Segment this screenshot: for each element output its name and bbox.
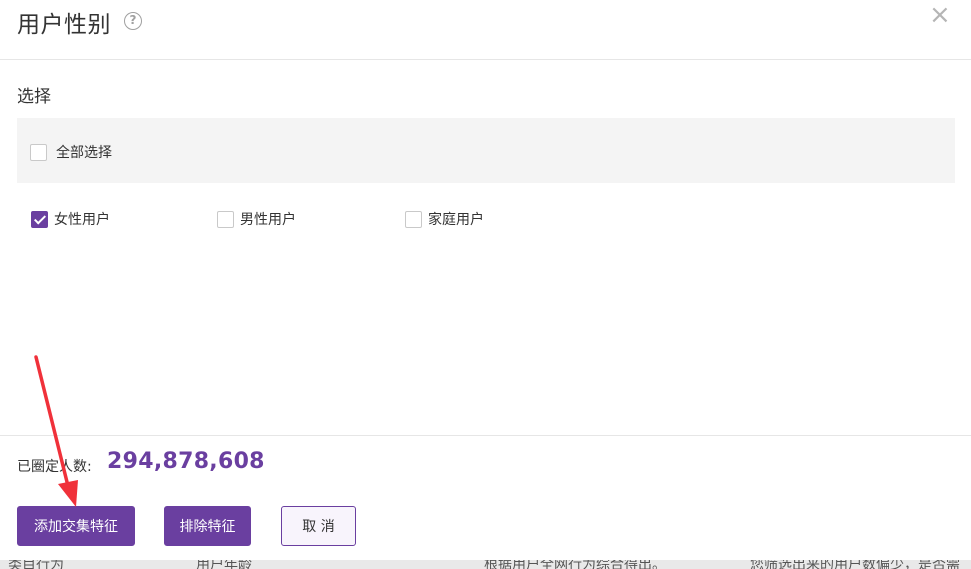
checkbox-checked-icon[interactable] bbox=[31, 210, 48, 228]
option-family-users[interactable]: 家庭用户 bbox=[405, 209, 484, 229]
checkbox-icon[interactable] bbox=[217, 210, 234, 228]
selected-count-value: 294,878,608 bbox=[107, 449, 265, 474]
bg-desc-text: 根据用户全网行为综合得出。 bbox=[484, 560, 666, 569]
cancel-button[interactable]: 取 消 bbox=[281, 506, 356, 546]
option-male-users[interactable]: 男性用户 bbox=[217, 209, 296, 229]
dialog-title: 用户性别 bbox=[17, 12, 111, 38]
bg-age-text: 用户年龄 bbox=[196, 560, 252, 569]
question-circle-icon[interactable]: ? bbox=[124, 12, 142, 30]
option-label: 男性用户 bbox=[240, 212, 296, 228]
select-all-panel: 全部选择 bbox=[17, 118, 955, 183]
option-label: 女性用户 bbox=[54, 212, 110, 228]
exclude-feature-button[interactable]: 排除特征 bbox=[164, 506, 251, 546]
bg-warning-text: 您筛选出来的用户数偏少，是否需 bbox=[750, 560, 960, 569]
dialog-header: 用户性别 ? × bbox=[0, 0, 971, 60]
option-female-users[interactable]: 女性用户 bbox=[31, 209, 110, 229]
footer-divider bbox=[0, 435, 971, 436]
checkbox-icon[interactable] bbox=[405, 210, 422, 228]
bg-category-text: 类目行为 bbox=[8, 560, 64, 569]
background-page-strip: 类目行为 用户年龄 根据用户全网行为综合得出。 您筛选出来的用户数偏少，是否需 bbox=[0, 560, 971, 569]
checkbox-icon[interactable] bbox=[30, 143, 47, 161]
selected-count-label: 已圈定人数: bbox=[17, 459, 92, 475]
add-intersection-feature-button[interactable]: 添加交集特征 bbox=[17, 506, 135, 546]
close-icon[interactable]: × bbox=[929, 2, 951, 28]
select-all-checkbox[interactable]: 全部选择 bbox=[30, 142, 112, 162]
option-label: 家庭用户 bbox=[428, 212, 484, 228]
select-all-label: 全部选择 bbox=[56, 145, 112, 161]
section-label: 选择 bbox=[17, 87, 51, 107]
feature-dialog: 用户性别 ? × 选择 全部选择 女性用户 男性用户 家庭用户 已圈定人数: 2… bbox=[0, 0, 971, 560]
